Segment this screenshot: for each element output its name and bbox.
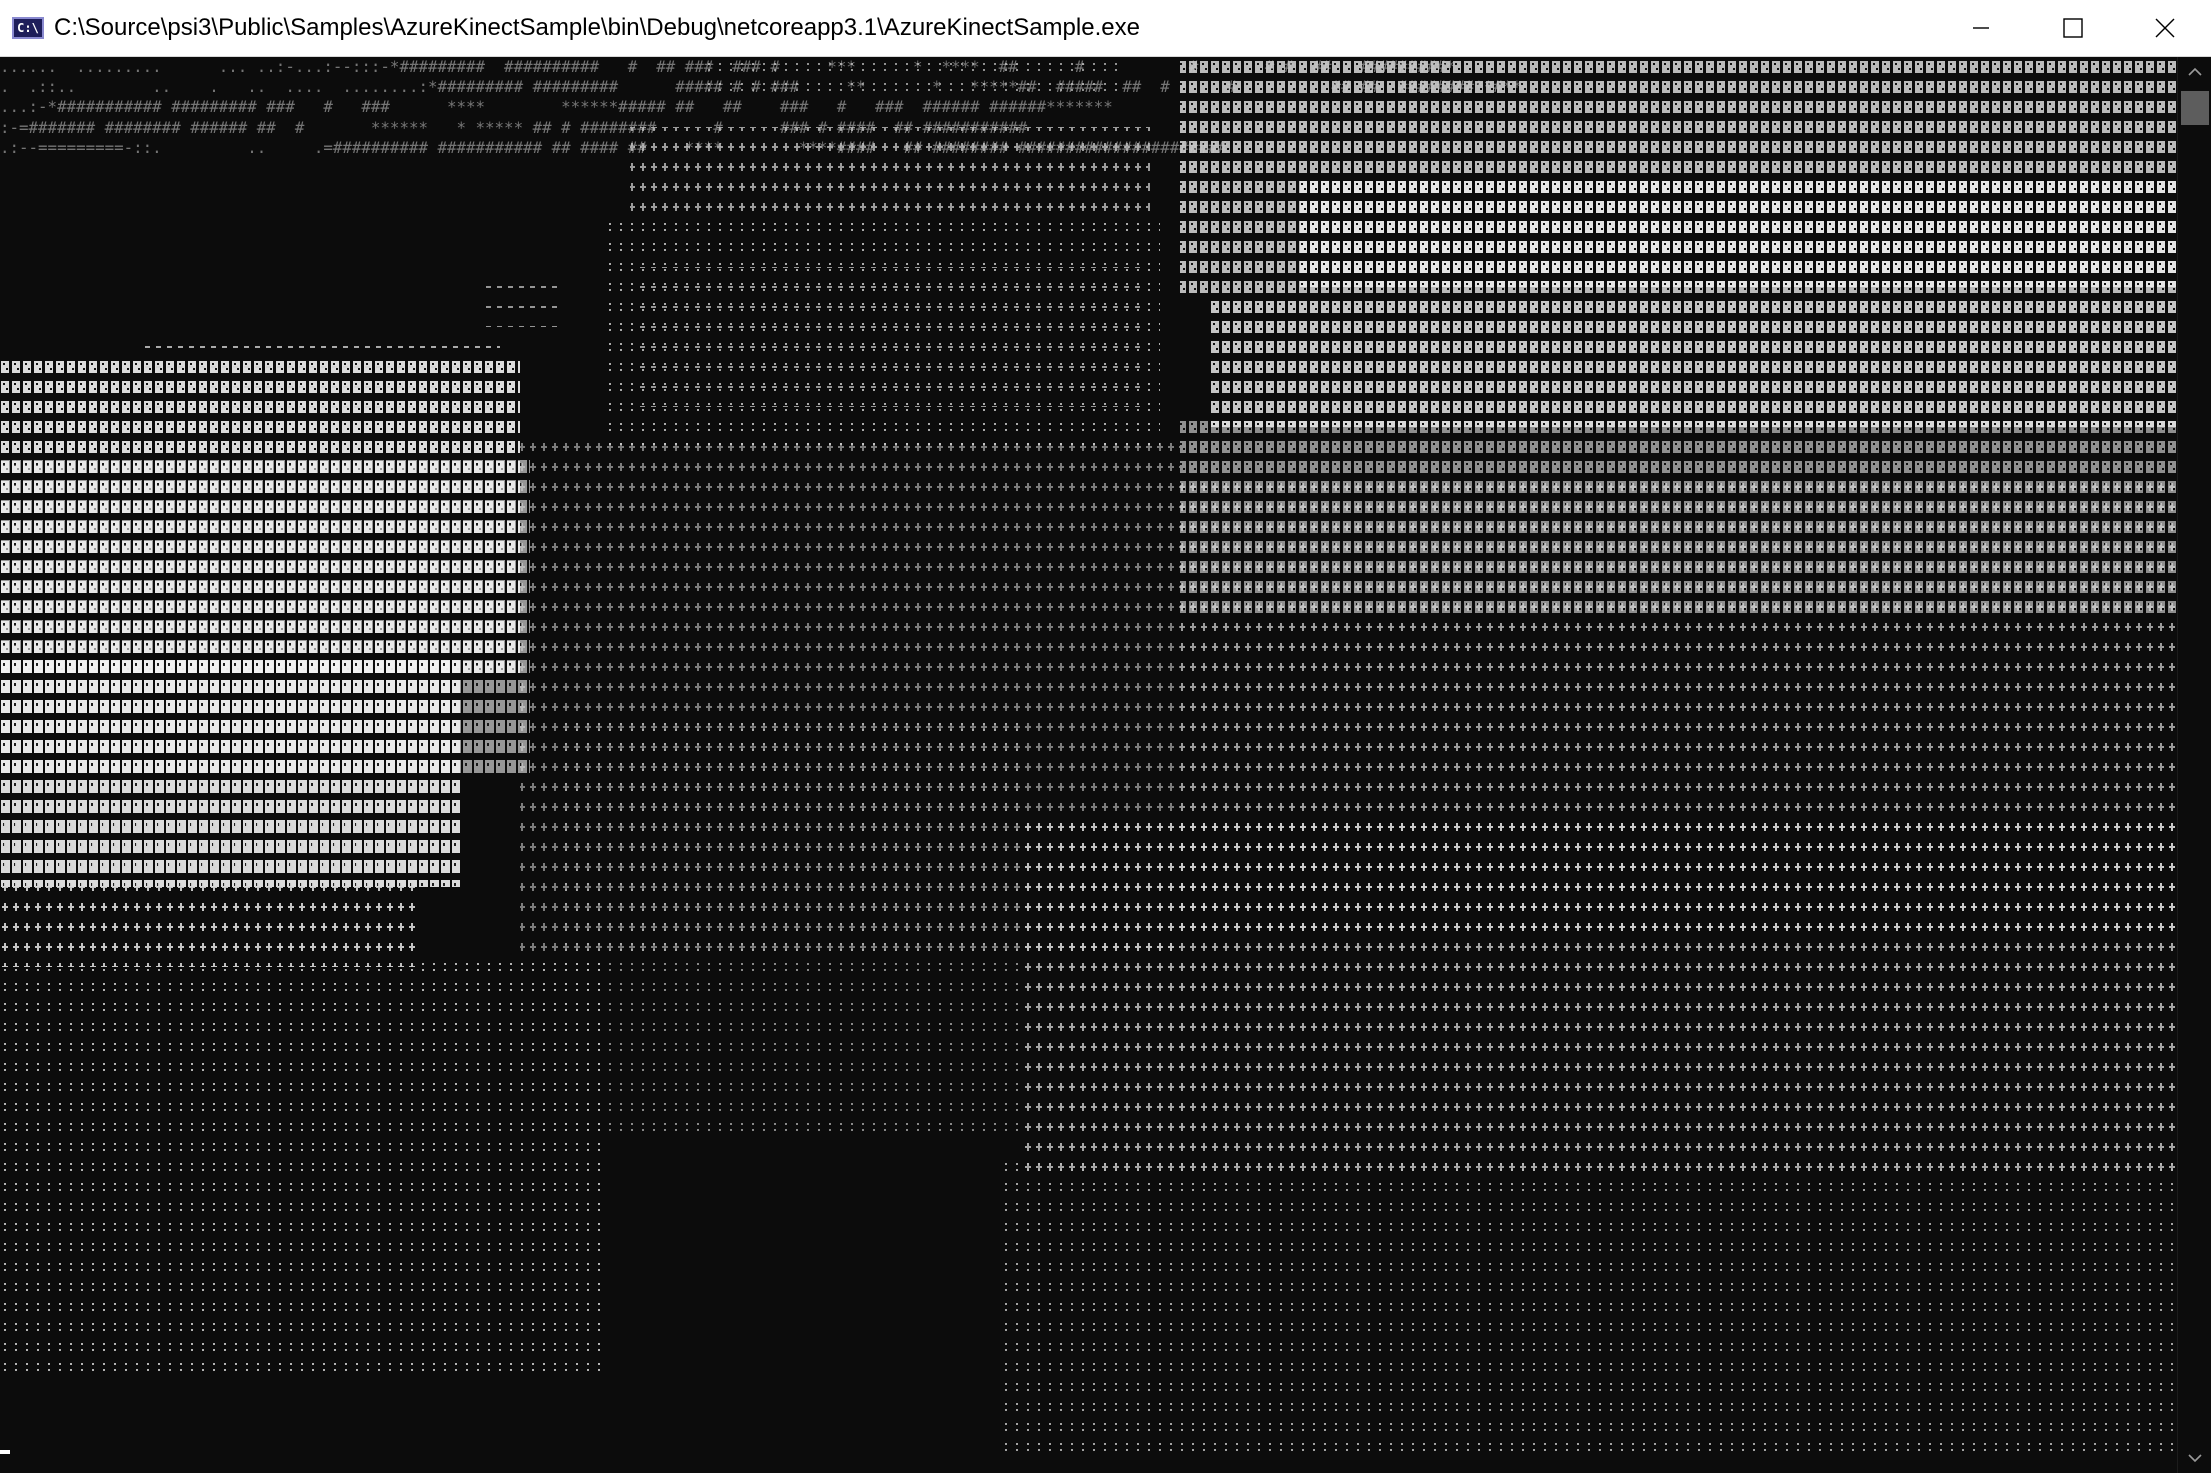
- chevron-down-icon: [2188, 1454, 2202, 1463]
- console-line: ...... ......... ... ..:-...:--:::-*####…: [0, 57, 1456, 76]
- title-bar[interactable]: C:\ C:\Source\psi3\Public\Samples\AzureK…: [0, 0, 2211, 57]
- ascii-art-image: [0, 57, 2177, 1457]
- console-line: :-=####### ######## ###### ## # ****** *…: [0, 117, 1028, 137]
- console-app-icon: C:\: [12, 17, 44, 39]
- scroll-down-button[interactable]: [2178, 1443, 2211, 1473]
- minimize-icon: [1973, 27, 1989, 29]
- minimize-button[interactable]: [1935, 0, 2027, 56]
- console-line: .:--=========-::. .. .=########## ######…: [0, 137, 1227, 157]
- text-cursor: [0, 1450, 10, 1454]
- console-sample-text: ...... ......... ... ..:-...:--:::-*####…: [0, 57, 1522, 158]
- close-button[interactable]: [2119, 0, 2211, 56]
- ascii-art-canvas: ...... ......... ... ..:-...:--:::-*####…: [0, 57, 2177, 1473]
- vertical-scrollbar[interactable]: [2177, 57, 2211, 1473]
- console-line: ...:-*########### ######### ### # ### **…: [0, 97, 1113, 117]
- maximize-icon: [2063, 18, 2083, 38]
- chevron-up-icon: [2188, 67, 2202, 76]
- window-controls: [1935, 0, 2211, 56]
- close-icon: [2155, 18, 2175, 38]
- console-output[interactable]: ...... ......... ... ..:-...:--:::-*####…: [0, 57, 2177, 1473]
- scrollbar-thumb[interactable]: [2181, 91, 2209, 125]
- scroll-up-button[interactable]: [2178, 57, 2211, 87]
- console-line: . .::.. .. . .. .... ........:*#########…: [0, 77, 1522, 97]
- window-title: C:\Source\psi3\Public\Samples\AzureKinec…: [54, 14, 1140, 41]
- maximize-button[interactable]: [2027, 0, 2119, 56]
